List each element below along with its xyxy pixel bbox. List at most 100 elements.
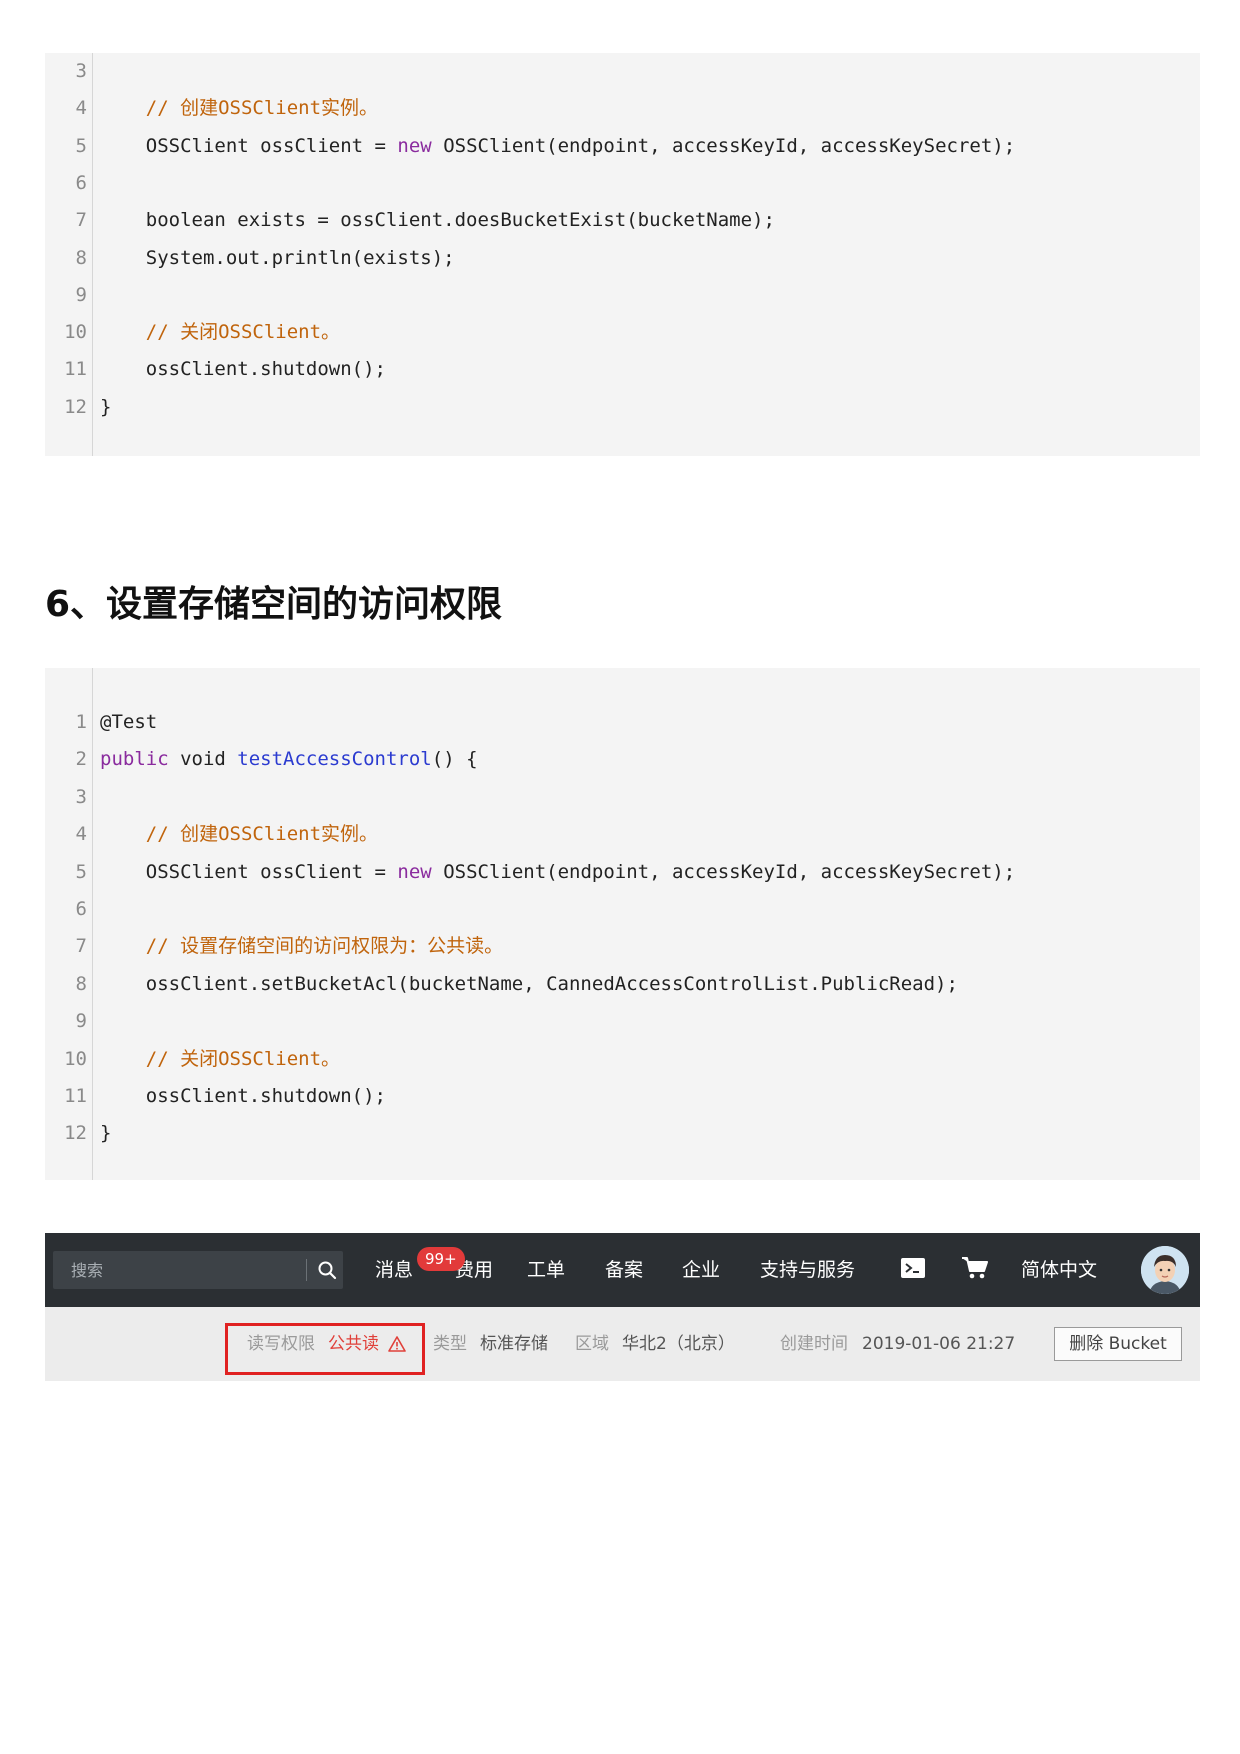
code-text: }: [100, 389, 111, 425]
code-token: ossClient.shutdown();: [100, 1085, 386, 1107]
highlight-box: [225, 1323, 425, 1375]
delete-bucket-button[interactable]: 删除 Bucket: [1054, 1327, 1182, 1361]
code-text: }: [100, 1115, 111, 1151]
nav-tickets[interactable]: 工单: [527, 1233, 565, 1307]
code-keyword: new: [397, 860, 432, 883]
code-line: 10 // 关闭OSSClient。: [45, 1041, 1200, 1077]
line-number: 6: [75, 898, 87, 920]
nav-support[interactable]: 支持与服务: [760, 1233, 855, 1307]
code-line: 6: [45, 165, 1200, 201]
section-title: 6、设置存储空间的访问权限: [45, 584, 503, 625]
code-text: ossClient.setBucketAcl(bucketName, Canne…: [100, 966, 958, 1002]
code-comment: // 关闭OSSClient。: [145, 321, 341, 344]
nav-enterprise[interactable]: 企业: [682, 1233, 720, 1307]
code-line: 3: [45, 53, 1200, 89]
code-text: boolean exists = ossClient.doesBucketExi…: [100, 202, 775, 238]
code-comment: // 创建OSSClient实例。: [145, 97, 379, 120]
nav-icp[interactable]: 备案: [605, 1233, 643, 1307]
code-line: 6: [45, 891, 1200, 927]
terminal-button[interactable]: [900, 1255, 930, 1285]
code-token: ossClient.setBucketAcl(bucketName, Canne…: [100, 972, 958, 995]
code-token: () {: [431, 748, 478, 771]
code-line: 8 System.out.println(exists);: [45, 240, 1200, 276]
code-line: 1 @Test: [45, 704, 1200, 740]
line-number: 6: [75, 171, 87, 194]
search-box: [53, 1251, 343, 1289]
code-comment: // 设置存储空间的访问权限为：公共读。: [145, 935, 504, 958]
oss-console-screenshot: 消息 费用 99+ 工单 备案 企业 支持与服务 简体中文: [45, 1233, 1200, 1381]
code-line: 4 // 创建OSSClient实例。: [45, 90, 1200, 126]
code-text: public void testAccessControl() {: [100, 741, 478, 777]
line-number: 5: [75, 134, 87, 157]
code-function: testAccessControl: [237, 748, 432, 771]
cart-icon: [962, 1257, 988, 1279]
terminal-icon: [901, 1258, 925, 1278]
code-line: 8 ossClient.setBucketAcl(bucketName, Can…: [45, 966, 1200, 1002]
line-number: 11: [64, 358, 87, 381]
line-number: 3: [75, 60, 87, 82]
line-number: 5: [75, 860, 87, 883]
line-number: 10: [64, 1047, 87, 1070]
search-input[interactable]: [53, 1251, 303, 1289]
code-text: // 创建OSSClient实例。: [100, 90, 378, 126]
cart-button[interactable]: [961, 1255, 991, 1285]
code-line: 7 boolean exists = ossClient.doesBucketE…: [45, 202, 1200, 238]
code-keyword: public: [100, 748, 169, 771]
search-icon: [318, 1261, 337, 1280]
code-text: // 关闭OSSClient。: [100, 314, 340, 350]
line-number: 3: [75, 785, 87, 808]
avatar-icon: [1141, 1246, 1189, 1294]
messages-badge: 99+: [417, 1247, 465, 1271]
line-number: 7: [75, 209, 87, 232]
code-token: boolean exists = ossClient.doesBucketExi…: [100, 209, 775, 232]
type-value: 标准存储: [480, 1334, 548, 1354]
nav-messages[interactable]: 消息: [375, 1233, 413, 1307]
line-number: 10: [64, 321, 87, 344]
code-line: 9: [45, 277, 1200, 313]
line-number: 4: [75, 823, 87, 846]
code-block-2: 1 @Test 2 public void testAccessControl() {…: [45, 668, 1200, 1180]
code-token: OSSClient ossClient =: [100, 134, 398, 157]
code-text: // 创建OSSClient实例。: [100, 816, 378, 852]
code-text: OSSClient ossClient = new OSSClient(endp…: [100, 128, 1015, 164]
code-comment: // 创建OSSClient实例。: [145, 823, 379, 846]
code-token: System.out.println(exists);: [100, 246, 455, 269]
bucket-info-bar: 读写权限 公共读 类型 标准存储 区域 华北2（北京） 创建时间 2019-01…: [45, 1307, 1200, 1381]
code-line: 12}: [45, 389, 1200, 425]
line-number: 1: [75, 711, 87, 733]
code-token: void: [168, 748, 238, 771]
code-text: OSSClient ossClient = new OSSClient(endp…: [100, 854, 1015, 890]
nav-billing[interactable]: 费用: [455, 1233, 493, 1307]
code-line: 2 public void testAccessControl() {: [45, 741, 1200, 777]
line-number: 9: [75, 283, 87, 306]
code-token: ossClient.shutdown();: [100, 358, 386, 381]
code-text: @Test: [100, 704, 157, 740]
line-number: 2: [75, 748, 87, 771]
code-line: 4 // 创建OSSClient实例。: [45, 816, 1200, 852]
code-line: 11 ossClient.shutdown();: [45, 1078, 1200, 1114]
code-text: // 设置存储空间的访问权限为：公共读。: [100, 928, 503, 964]
code-token: @Test: [100, 711, 158, 733]
code-line: 9: [45, 1003, 1200, 1039]
code-keyword: new: [397, 134, 432, 157]
code-line: 5 OSSClient ossClient = new OSSClient(en…: [45, 854, 1200, 890]
line-number: 12: [64, 1122, 87, 1145]
created-time-value: 2019-01-06 21:27: [862, 1334, 1016, 1354]
code-text: ossClient.shutdown();: [100, 1078, 386, 1114]
code-token: }: [100, 1122, 112, 1145]
region-label: 区域: [575, 1334, 609, 1354]
code-block-1: 3 4 // 创建OSSClient实例。 5 OSSClient ossClien…: [45, 53, 1200, 456]
line-number: 4: [75, 97, 87, 120]
code-line: 11 ossClient.shutdown();: [45, 351, 1200, 387]
code-comment: // 关闭OSSClient。: [145, 1047, 341, 1070]
code-line: 10 // 关闭OSSClient。: [45, 314, 1200, 350]
code-text: ossClient.shutdown();: [100, 351, 386, 387]
avatar[interactable]: [1141, 1246, 1189, 1294]
code-line: 7 // 设置存储空间的访问权限为：公共读。: [45, 928, 1200, 964]
search-button[interactable]: [311, 1251, 343, 1289]
nav-language[interactable]: 简体中文: [1021, 1233, 1097, 1307]
